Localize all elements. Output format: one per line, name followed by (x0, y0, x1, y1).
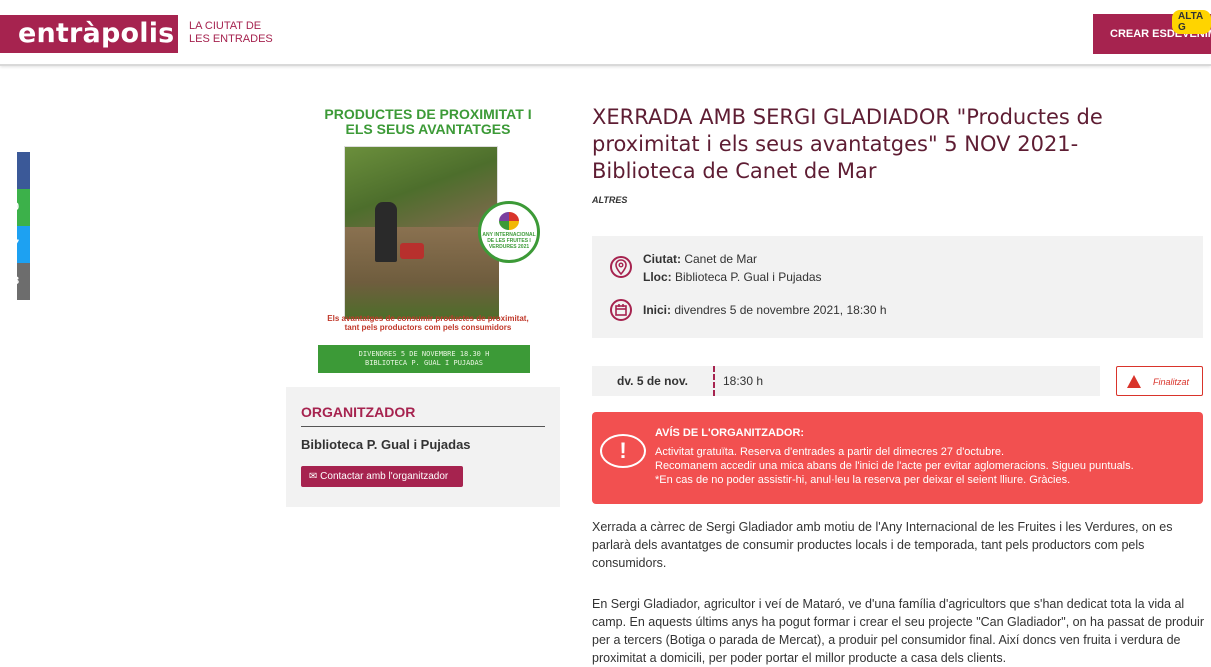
new-badge: ALTA G (1172, 10, 1211, 34)
location-pin-icon (610, 256, 632, 278)
start-value: divendres 5 de novembre 2021, 18:30 h (674, 303, 887, 317)
whatsapp-share-icon[interactable]: 0 (17, 189, 30, 226)
notice-line-3: *En cas de no poder assistir-hi, anul·le… (655, 474, 1071, 486)
poster-photo (344, 146, 499, 319)
email-share-icon[interactable]: 3 (17, 263, 30, 300)
contact-organizer-button[interactable]: ✉ Contactar amb l'organitzador (301, 466, 463, 487)
start-label: Inici: (643, 303, 672, 317)
poster-band-line-1: DIVENDRES 5 DE NOVEMBRE 18.30 H (358, 350, 490, 358)
notice-line-2: Recomanem accedir una mica abans de l'in… (655, 460, 1134, 472)
notice-body: Activitat gratuïta. Reserva d'entrades a… (655, 445, 1134, 487)
poster-caption-line-1: Els avantatges de consumir productes de … (327, 314, 529, 323)
venue-label: Lloc: (643, 270, 672, 284)
poster-badge-text: ANY INTERNACIONAL DE LES FRUITES I VERDU… (482, 232, 536, 250)
poster-date-band: DIVENDRES 5 DE NOVEMBRE 18.30 H BIBLIOTE… (318, 345, 530, 373)
warning-icon (1127, 375, 1141, 388)
start-line: Inici: divendres 5 de novembre 2021, 18:… (643, 303, 887, 318)
city-value: Canet de Mar (684, 252, 758, 266)
poster-farmer-figure (375, 202, 397, 262)
poster-title-line-2: ELS SEUS AVANTATGES (345, 121, 511, 137)
city-line: Ciutat: Canet de Mar (643, 252, 757, 267)
event-poster[interactable]: PRODUCTES DE PROXIMITAT I ELS SEUS AVANT… (308, 102, 548, 380)
poster-band-line-2: BIBLIOTECA P. GUAL I PUJADAS (364, 359, 483, 367)
poster-caption: Els avantatges de consumir productes de … (308, 314, 548, 332)
venue-line: Lloc: Biblioteca P. Gual i Pujadas (643, 270, 822, 285)
poster-title: PRODUCTES DE PROXIMITAT I ELS SEUS AVANT… (308, 107, 548, 137)
notice-line-1: Activitat gratuïta. Reserva d'entrades a… (655, 446, 1005, 458)
session-time: 18:30 h (723, 374, 764, 388)
event-category[interactable]: ALTRES (592, 195, 627, 205)
tagline-line-1: LA CIUTAT DE (189, 20, 262, 32)
event-info-box: Ciutat: Canet de Mar Lloc: Biblioteca P.… (592, 236, 1203, 338)
notice-heading: AVÍS DE L'ORGANITZADOR: (655, 427, 805, 439)
twitter-share-icon[interactable]: 7 (17, 226, 30, 263)
twitter-icon: 7 (17, 238, 19, 250)
status-finished-badge: Finalitzat (1116, 366, 1203, 396)
description-paragraph-2: En Sergi Gladiador, agricultor i veí de … (592, 597, 1204, 665)
description-paragraph-1: Xerrada a càrrec de Sergi Gladiador amb … (592, 520, 1173, 570)
poster-tiller-figure (400, 243, 424, 259)
session-day: dv. 5 de nov. (617, 374, 688, 388)
organizer-notice: ! AVÍS DE L'ORGANITZADOR: Activitat grat… (592, 412, 1203, 504)
top-navbar: entràpolis! LA CIUTAT DE LES ENTRADES CR… (0, 0, 1211, 66)
organizer-panel: ORGANITZADOR Biblioteca P. Gual i Pujada… (286, 387, 560, 507)
poster-year-badge: ANY INTERNACIONAL DE LES FRUITES I VERDU… (478, 201, 540, 263)
status-text: Finalitzat (1153, 377, 1190, 387)
organizer-heading: ORGANITZADOR (301, 404, 545, 427)
site-tagline: LA CIUTAT DE LES ENTRADES (189, 20, 273, 46)
organizer-name: Biblioteca P. Gual i Pujadas (301, 437, 471, 452)
exclamation-speech-icon: ! (600, 434, 646, 468)
event-title: XERRADA AMB SERGI GLADIADOR "Productes d… (592, 105, 1103, 183)
facebook-share-icon[interactable]: f (17, 152, 30, 189)
site-logo[interactable]: entràpolis! (0, 15, 187, 53)
whatsapp-icon: 0 (17, 201, 19, 213)
poster-caption-line-2: tant pels productors com pels consumidor… (344, 323, 512, 332)
poster-title-line-1: PRODUCTES DE PROXIMITAT I (324, 106, 532, 122)
session-row[interactable]: dv. 5 de nov. 18:30 h (592, 366, 1100, 396)
poster-field-image (345, 227, 499, 319)
venue-value: Biblioteca P. Gual i Pujadas (675, 270, 822, 284)
tagline-line-2: LES ENTRADES (189, 33, 273, 45)
fruit-logo-icon (499, 212, 519, 230)
calendar-icon (610, 299, 632, 321)
session-divider (713, 366, 715, 396)
email-icon: 3 (17, 275, 19, 287)
city-label: Ciutat: (643, 252, 681, 266)
